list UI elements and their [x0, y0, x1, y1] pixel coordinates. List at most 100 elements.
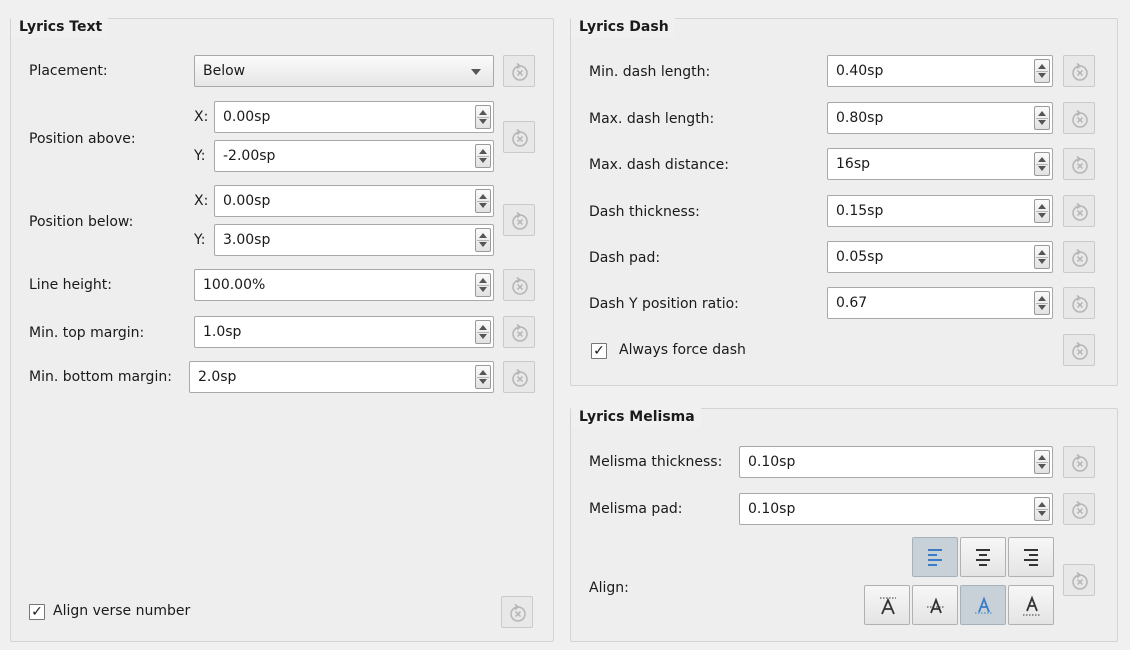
dash-pad-spinner[interactable] [1034, 245, 1050, 269]
reset-icon [1072, 248, 1088, 267]
max-dash-distance-spinner[interactable] [1034, 152, 1050, 176]
min-dash-length-spinner[interactable] [1034, 59, 1050, 83]
max-dash-length-value: 0.80sp [836, 110, 884, 126]
line-height-input[interactable]: 100.00% [194, 269, 494, 301]
lyrics-dash-group: Lyrics Dash Min. dash length: 0.40sp Max… [570, 18, 1118, 386]
placement-reset-button[interactable] [503, 55, 535, 87]
reset-icon [512, 211, 528, 230]
lyrics-melisma-group: Lyrics Melisma Melisma thickness: 0.10sp… [570, 408, 1118, 642]
melisma-thickness-spinner[interactable] [1034, 450, 1050, 474]
reset-icon [1072, 571, 1088, 590]
min-dash-length-label: Min. dash length: [589, 64, 711, 80]
align-center-icon [976, 549, 990, 566]
position-below-y-spinner[interactable] [475, 228, 491, 252]
align-vcenter-icon [927, 597, 945, 614]
dash-pad-label: Dash pad: [589, 250, 661, 266]
max-dash-length-spinner[interactable] [1034, 106, 1050, 130]
position-above-y-label: Y: [194, 148, 206, 164]
reset-icon [512, 62, 528, 81]
min-bottom-margin-input[interactable]: 2.0sp [189, 361, 494, 393]
line-height-value: 100.00% [203, 277, 266, 293]
position-above-y-input[interactable]: -2.00sp [214, 140, 494, 172]
melisma-pad-input[interactable]: 0.10sp [739, 493, 1053, 525]
dash-thickness-reset-button[interactable] [1063, 195, 1095, 227]
align-verse-number-reset-button[interactable] [501, 596, 533, 628]
reset-icon [512, 276, 528, 295]
min-top-margin-label: Min. top margin: [29, 325, 145, 341]
max-dash-distance-input[interactable]: 16sp [827, 148, 1053, 180]
align-right-button[interactable] [1008, 537, 1054, 577]
align-left-icon [928, 549, 942, 566]
dash-thickness-value: 0.15sp [836, 203, 884, 219]
dash-pad-reset-button[interactable] [1063, 241, 1095, 273]
position-above-y-spinner[interactable] [475, 144, 491, 168]
dash-y-position-ratio-reset-button[interactable] [1063, 287, 1095, 319]
line-height-spinner[interactable] [475, 273, 491, 297]
dash-thickness-spinner[interactable] [1034, 199, 1050, 223]
position-below-x-value: 0.00sp [223, 193, 271, 209]
melisma-thickness-reset-button[interactable] [1063, 446, 1095, 478]
melisma-pad-spinner[interactable] [1034, 497, 1050, 521]
melisma-pad-reset-button[interactable] [1063, 493, 1095, 525]
melisma-thickness-value: 0.10sp [748, 454, 796, 470]
min-bottom-margin-reset-button[interactable] [503, 361, 535, 393]
align-vcenter-button[interactable] [912, 585, 958, 625]
position-below-reset-button[interactable] [503, 204, 535, 236]
melisma-pad-label: Melisma pad: [589, 501, 683, 517]
position-below-x-spinner[interactable] [475, 189, 491, 213]
position-above-y-value: -2.00sp [223, 148, 276, 164]
melisma-thickness-input[interactable]: 0.10sp [739, 446, 1053, 478]
position-above-x-input[interactable]: 0.00sp [214, 101, 494, 133]
min-dash-length-input[interactable]: 0.40sp [827, 55, 1053, 87]
reset-icon [1072, 500, 1088, 519]
lyrics-text-title: Lyrics Text [11, 18, 109, 38]
dash-y-position-ratio-spinner[interactable] [1034, 291, 1050, 315]
position-below-y-input[interactable]: 3.00sp [214, 224, 494, 256]
lyrics-dash-title: Lyrics Dash [571, 18, 675, 38]
always-force-dash-label: Always force dash [619, 342, 746, 358]
position-below-x-label: X: [194, 193, 209, 209]
reset-icon [512, 368, 528, 387]
min-dash-length-reset-button[interactable] [1063, 55, 1095, 87]
dash-thickness-input[interactable]: 0.15sp [827, 195, 1053, 227]
max-dash-length-input[interactable]: 0.80sp [827, 102, 1053, 134]
position-below-y-label: Y: [194, 232, 206, 248]
placement-dropdown[interactable]: Below [194, 55, 494, 87]
align-top-button[interactable] [864, 585, 910, 625]
dash-pad-input[interactable]: 0.05sp [827, 241, 1053, 273]
align-center-button[interactable] [960, 537, 1006, 577]
reset-icon [512, 323, 528, 342]
reset-icon [510, 603, 526, 622]
reset-icon [512, 128, 528, 147]
max-dash-distance-reset-button[interactable] [1063, 148, 1095, 180]
always-force-dash-checkbox[interactable]: ✓ [591, 343, 607, 359]
min-bottom-margin-spinner[interactable] [475, 365, 491, 389]
dash-y-position-ratio-value: 0.67 [836, 295, 868, 311]
align-left-button[interactable] [912, 537, 958, 577]
min-top-margin-reset-button[interactable] [503, 316, 535, 348]
position-above-x-spinner[interactable] [475, 105, 491, 129]
melisma-align-reset-button[interactable] [1063, 564, 1095, 596]
align-baseline-button[interactable] [960, 585, 1006, 625]
position-above-reset-button[interactable] [503, 121, 535, 153]
line-height-reset-button[interactable] [503, 269, 535, 301]
align-right-icon [1024, 549, 1038, 566]
position-below-x-input[interactable]: 0.00sp [214, 185, 494, 217]
position-above-x-value: 0.00sp [223, 109, 271, 125]
placement-value: Below [203, 63, 246, 79]
align-verse-number-checkbox[interactable]: ✓ [29, 604, 45, 620]
position-above-label: Position above: [29, 131, 136, 147]
min-dash-length-value: 0.40sp [836, 63, 884, 79]
max-dash-distance-label: Max. dash distance: [589, 157, 729, 173]
dash-y-position-ratio-input[interactable]: 0.67 [827, 287, 1053, 319]
min-top-margin-input[interactable]: 1.0sp [194, 316, 494, 348]
align-verse-number-label: Align verse number [53, 603, 191, 619]
min-top-margin-spinner[interactable] [475, 320, 491, 344]
lyrics-melisma-title: Lyrics Melisma [571, 408, 701, 428]
placement-label: Placement: [29, 63, 108, 79]
reset-icon [1072, 62, 1088, 81]
always-force-dash-reset-button[interactable] [1063, 334, 1095, 366]
align-label: Align: [589, 580, 629, 596]
max-dash-length-reset-button[interactable] [1063, 102, 1095, 134]
align-bottom-button[interactable] [1008, 585, 1054, 625]
